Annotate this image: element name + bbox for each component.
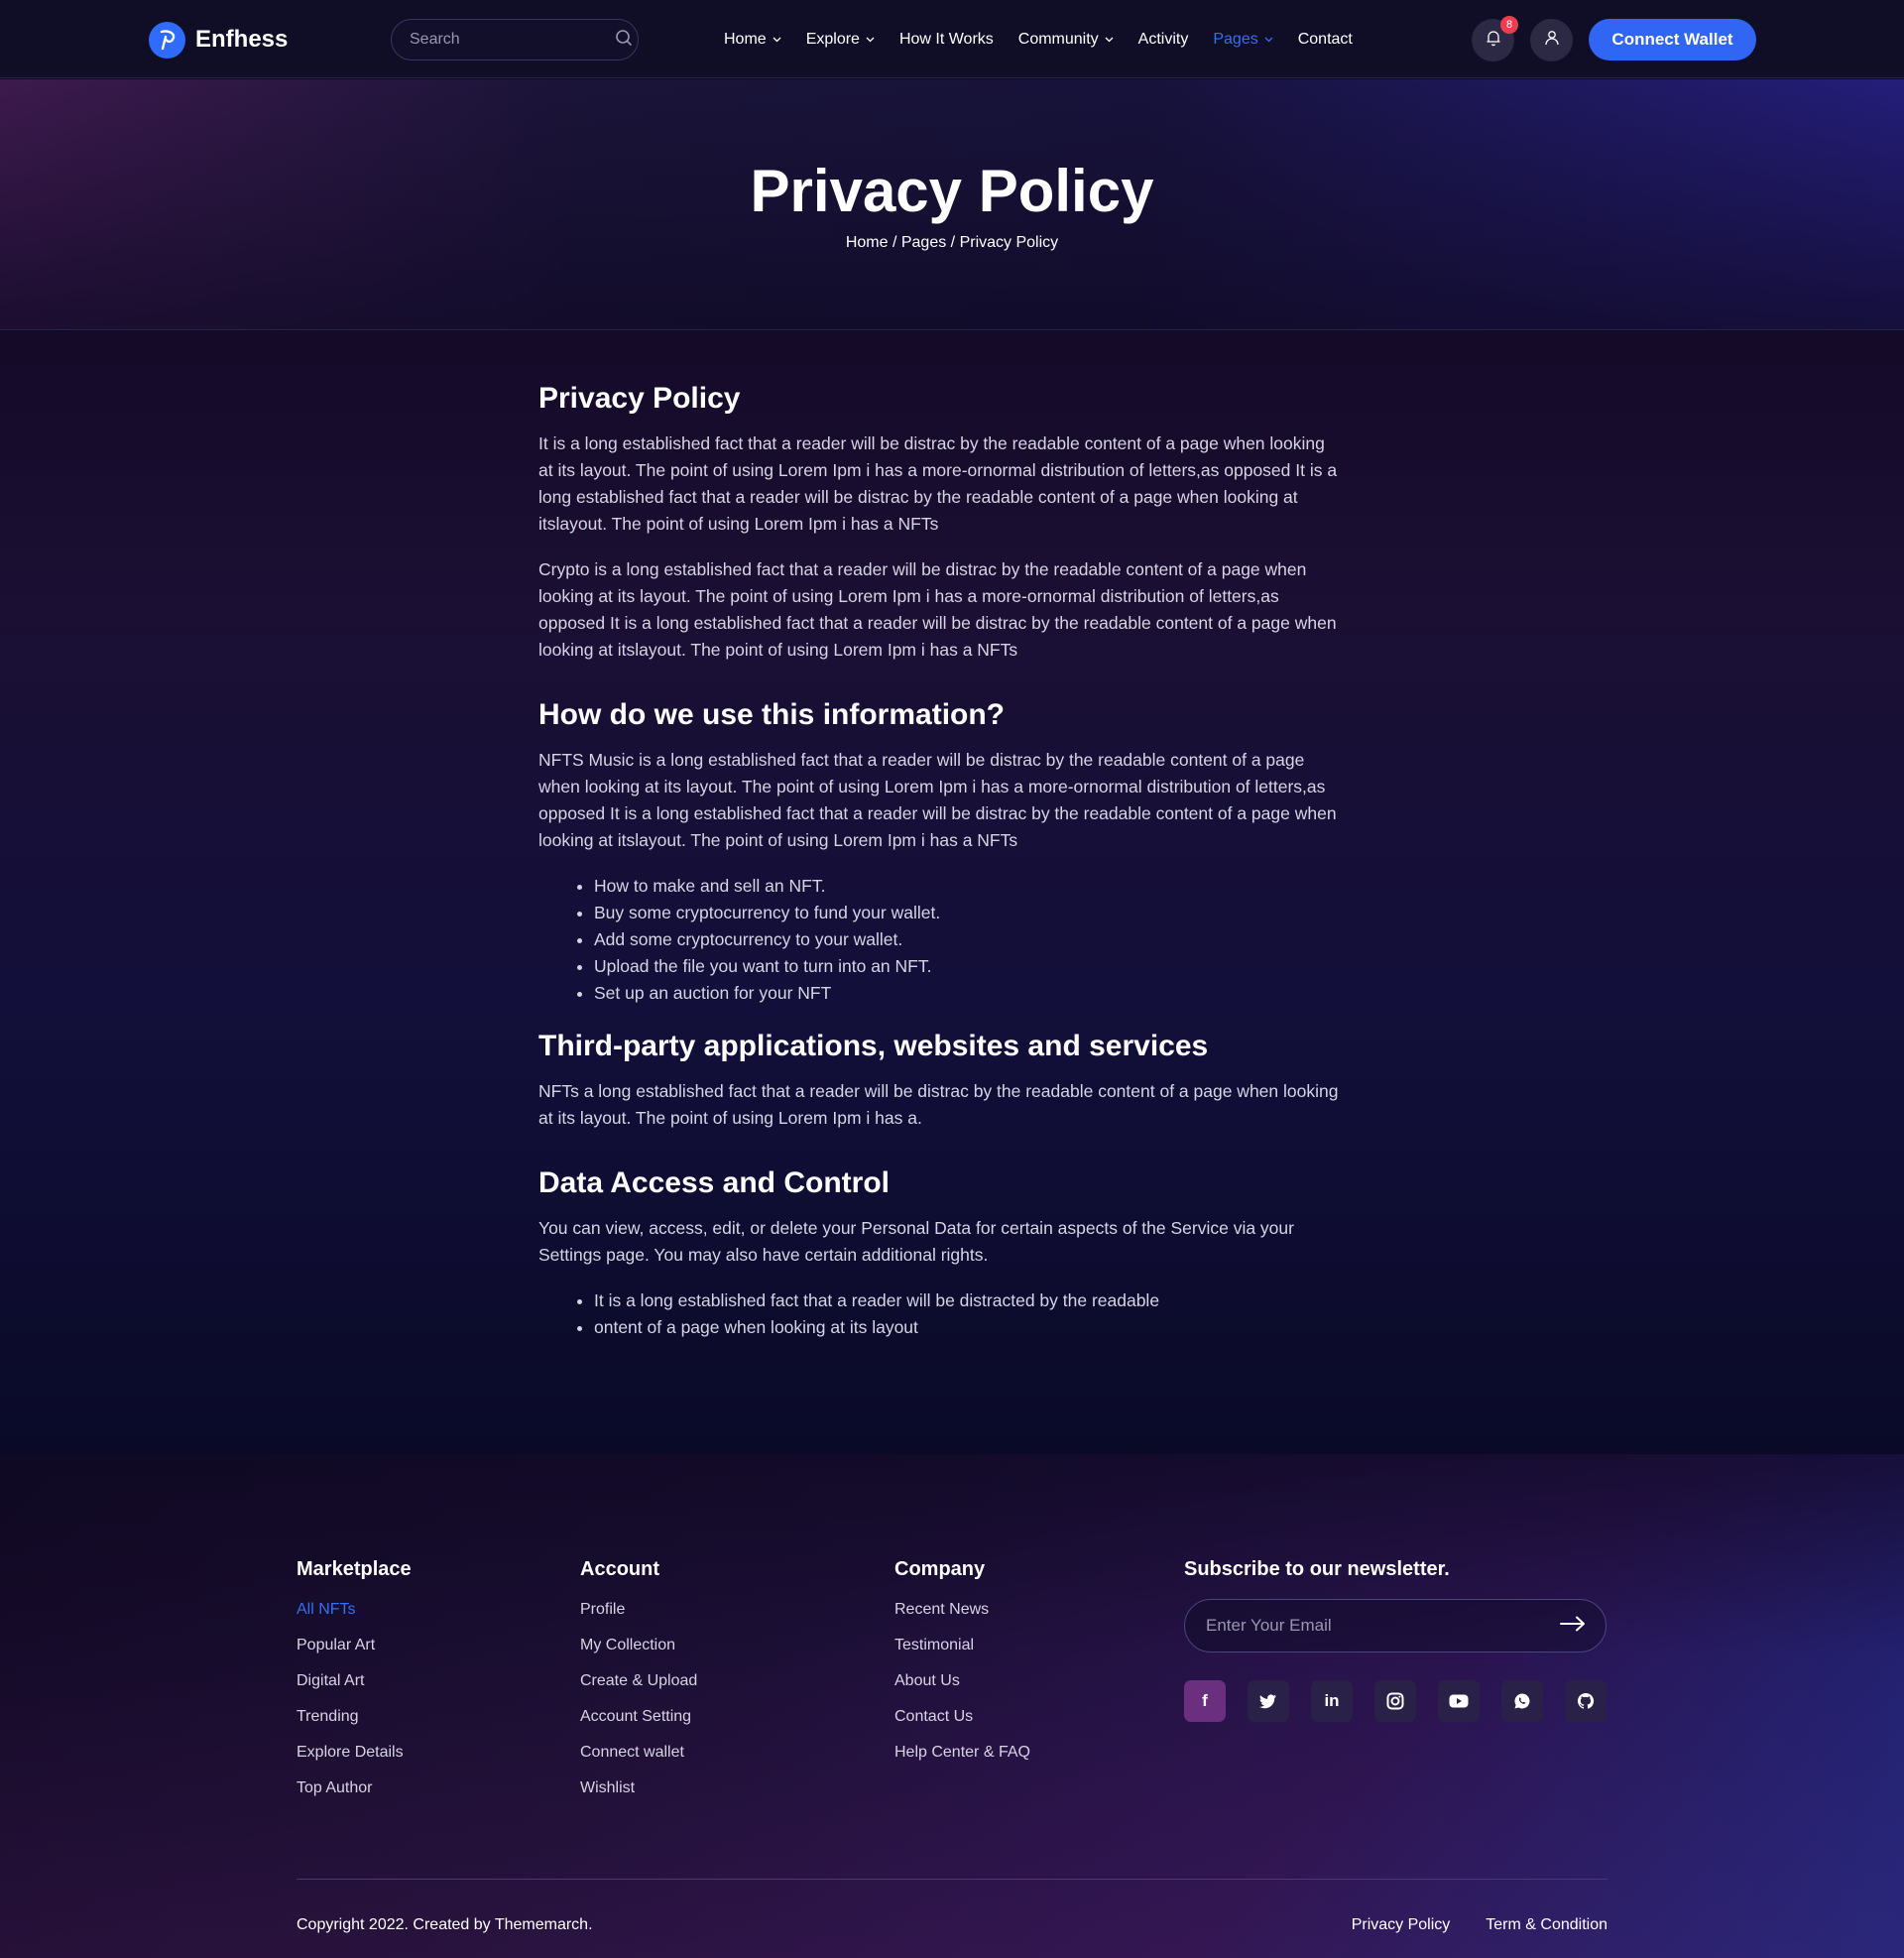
list-item: Add some cryptocurrency to your wallet.	[594, 926, 1342, 953]
footer-divider	[297, 1879, 1607, 1880]
nav-home[interactable]: Home	[724, 31, 781, 49]
user-icon	[1543, 29, 1561, 52]
footer-marketplace-column: Marketplace All NFTs Popular Art Digital…	[297, 1558, 412, 1813]
footer-company-column: Company Recent News Testimonial About Us…	[894, 1558, 1030, 1777]
brand-name: Enfhess	[195, 26, 289, 53]
footer-link-account-setting[interactable]: Account Setting	[580, 1706, 697, 1727]
footer-link-trending[interactable]: Trending	[297, 1706, 412, 1727]
github-icon[interactable]	[1565, 1680, 1606, 1722]
footer-column-title: Company	[894, 1558, 986, 1580]
arrow-right-icon[interactable]	[1560, 1616, 1586, 1637]
newsletter-email-input[interactable]	[1206, 1616, 1560, 1636]
section-heading: Third-party applications, websites and s…	[538, 1030, 1209, 1062]
whatsapp-icon[interactable]	[1501, 1680, 1543, 1722]
page-title: Privacy Policy	[750, 158, 1154, 224]
list-item: ontent of a page when looking at its lay…	[594, 1314, 1342, 1341]
list-item: Upload the file you want to turn into an…	[594, 953, 1342, 980]
search-input[interactable]	[410, 31, 615, 49]
nav-how-it-works-label: How It Works	[898, 30, 994, 48]
footer-link-help-center[interactable]: Help Center & FAQ	[894, 1742, 1030, 1763]
bullet-list: It is a long established fact that a rea…	[594, 1287, 1342, 1341]
footer-link-top-author[interactable]: Top Author	[297, 1777, 412, 1798]
top-navbar: Enfhess Home Explore How It Works Commun…	[0, 0, 1904, 78]
bell-icon	[1485, 29, 1502, 52]
linkedin-icon[interactable]: in	[1311, 1680, 1353, 1722]
footer-link-recent-news[interactable]: Recent News	[894, 1599, 1030, 1620]
nav-pages-label: Pages	[1213, 30, 1258, 48]
nav-community[interactable]: Community	[1018, 31, 1114, 49]
brand-logo-icon	[149, 21, 185, 59]
footer-link-profile[interactable]: Profile	[580, 1599, 697, 1620]
footer-link-contact-us[interactable]: Contact Us	[894, 1706, 1030, 1727]
youtube-icon[interactable]	[1438, 1680, 1480, 1722]
footer-link-terms[interactable]: Term & Condition	[1486, 1916, 1607, 1934]
breadcrumb: Home / Pages / Privacy Policy	[845, 234, 1059, 251]
policy-content: Privacy Policy It is a long established …	[538, 381, 1342, 1363]
list-item: Buy some cryptocurrency to fund your wal…	[594, 900, 1342, 926]
chevron-down-icon	[1264, 37, 1273, 43]
search-box	[391, 19, 639, 61]
footer-link-testimonial[interactable]: Testimonial	[894, 1635, 1030, 1655]
profile-button[interactable]	[1530, 19, 1573, 61]
paragraph: You can view, access, edit, or delete yo…	[538, 1218, 1294, 1265]
instagram-icon[interactable]	[1374, 1680, 1416, 1722]
footer-column-title: Account	[580, 1558, 659, 1580]
paragraph: NFTs a long established fact that a read…	[538, 1081, 1339, 1128]
search-icon[interactable]	[615, 29, 633, 52]
section-heading: How do we use this information?	[538, 698, 1006, 731]
section-heading: Privacy Policy	[538, 382, 741, 415]
footer-link-my-collection[interactable]: My Collection	[580, 1635, 697, 1655]
bullet-list: How to make and sell an NFT. Buy some cr…	[594, 873, 1342, 1007]
footer-column-title: Marketplace	[297, 1558, 412, 1580]
paragraph: Crypto is a long established fact that a…	[538, 559, 1337, 660]
nav-contact[interactable]: Contact	[1298, 31, 1353, 49]
newsletter: Subscribe to our newsletter. f in	[1184, 1558, 1628, 1722]
nav-contact-label: Contact	[1297, 30, 1353, 48]
facebook-icon[interactable]: f	[1184, 1680, 1226, 1722]
footer-link-wishlist[interactable]: Wishlist	[580, 1777, 697, 1798]
newsletter-form	[1184, 1599, 1606, 1652]
nav-how-it-works[interactable]: How It Works	[899, 31, 994, 49]
connect-wallet-button[interactable]: Connect Wallet	[1589, 19, 1756, 61]
nav-pages[interactable]: Pages	[1213, 30, 1273, 49]
footer-link-explore-details[interactable]: Explore Details	[297, 1742, 412, 1763]
list-item: Set up an auction for your NFT	[594, 980, 1342, 1007]
twitter-icon[interactable]	[1248, 1680, 1289, 1722]
chevron-down-icon	[1105, 37, 1114, 43]
copyright-text: Copyright 2022. Created by Thememarch.	[297, 1916, 593, 1933]
brand-logo[interactable]: Enfhess	[149, 21, 288, 59]
footer-link-popular-art[interactable]: Popular Art	[297, 1635, 412, 1655]
footer-account-column: Account Profile My Collection Create & U…	[580, 1558, 697, 1813]
paragraph: It is a long established fact that a rea…	[538, 433, 1338, 534]
list-item: How to make and sell an NFT.	[594, 873, 1342, 900]
nav-explore[interactable]: Explore	[806, 31, 875, 49]
footer-link-about-us[interactable]: About Us	[894, 1670, 1030, 1691]
newsletter-title: Subscribe to our newsletter.	[1184, 1558, 1450, 1580]
page-hero: Privacy Policy Home / Pages / Privacy Po…	[0, 79, 1904, 330]
footer-link-privacy-policy[interactable]: Privacy Policy	[1352, 1916, 1451, 1934]
nav-community-label: Community	[1017, 30, 1099, 48]
main-nav: Home Explore How It Works Community Acti…	[724, 0, 1377, 78]
paragraph: NFTS Music is a long established fact th…	[538, 750, 1337, 850]
chevron-down-icon	[866, 37, 875, 43]
nav-home-label: Home	[724, 30, 767, 48]
nav-explore-label: Explore	[805, 30, 860, 48]
footer-link-digital-art[interactable]: Digital Art	[297, 1670, 412, 1691]
nav-activity[interactable]: Activity	[1138, 31, 1189, 49]
notifications-button[interactable]: 8	[1472, 16, 1518, 61]
footer-legal-links: Privacy Policy Term & Condition	[1316, 1916, 1607, 1934]
site-footer: Marketplace All NFTs Popular Art Digital…	[0, 1454, 1904, 1958]
footer-link-create-upload[interactable]: Create & Upload	[580, 1670, 697, 1691]
footer-link-connect-wallet[interactable]: Connect wallet	[580, 1742, 697, 1763]
list-item: It is a long established fact that a rea…	[594, 1287, 1342, 1314]
social-links: f in	[1184, 1680, 1628, 1722]
notification-badge: 8	[1500, 16, 1518, 34]
footer-link-all-nfts[interactable]: All NFTs	[297, 1599, 412, 1620]
section-heading: Data Access and Control	[538, 1166, 890, 1199]
chevron-down-icon	[773, 37, 781, 43]
nav-activity-label: Activity	[1137, 30, 1189, 48]
